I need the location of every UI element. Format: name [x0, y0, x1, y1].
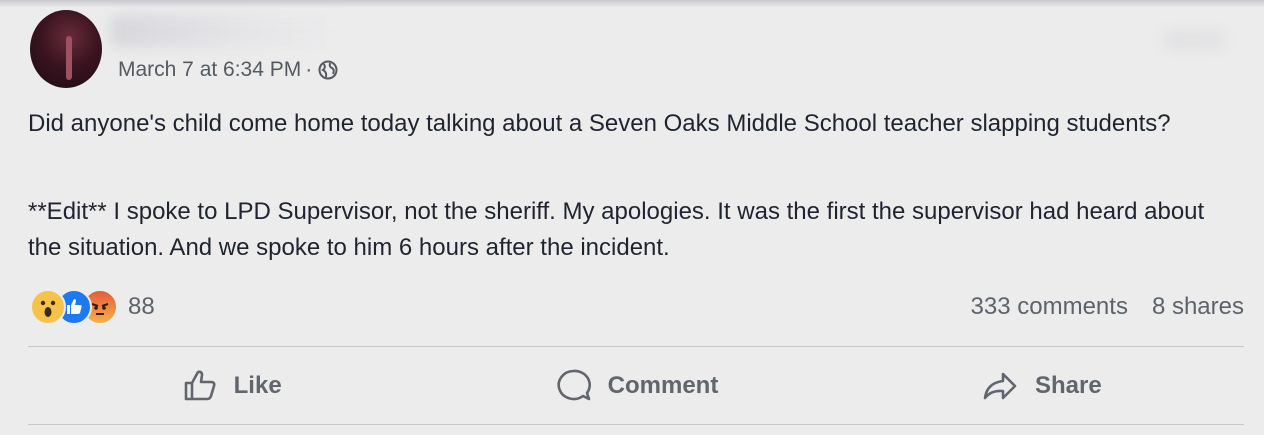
comment-label: Comment: [607, 372, 719, 399]
post-text-paragraph-1: Did anyone's child come home today talki…: [28, 110, 1171, 137]
blurred-menu: [1164, 30, 1224, 50]
avatar[interactable]: [30, 10, 102, 88]
share-icon: [983, 372, 1017, 400]
wow-reaction-icon: [30, 289, 66, 325]
comment-button[interactable]: Comment: [433, 352, 838, 420]
comments-count[interactable]: 333 comments: [971, 293, 1128, 321]
post-meta: March 7 at 6:34 PM ·: [118, 56, 338, 84]
meta-separator: ·: [305, 58, 313, 81]
like-label: Like: [233, 372, 282, 399]
divider-top: [28, 346, 1244, 347]
share-label: Share: [1034, 372, 1102, 399]
comment-icon: [557, 369, 591, 401]
top-strip: [0, 0, 1264, 8]
reaction-count[interactable]: 88: [128, 293, 155, 321]
shares-count[interactable]: 8 shares: [1152, 293, 1244, 321]
thumbs-up-icon: [184, 370, 216, 401]
reactions-summary[interactable]: 88: [30, 289, 155, 325]
like-button[interactable]: Like: [28, 352, 433, 420]
post-stats: 333 comments 8 shares: [971, 290, 1244, 324]
globe-icon: [318, 60, 338, 80]
share-button[interactable]: Share: [839, 352, 1244, 420]
timestamp[interactable]: March 7 at 6:34 PM: [118, 58, 301, 82]
action-bar: Like Comment Share: [28, 352, 1244, 420]
blurred-author-name: [110, 14, 350, 48]
divider-bottom: [28, 424, 1244, 425]
post-text-paragraph-2: **Edit** I spoke to LPD Supervisor, not …: [28, 198, 1205, 261]
